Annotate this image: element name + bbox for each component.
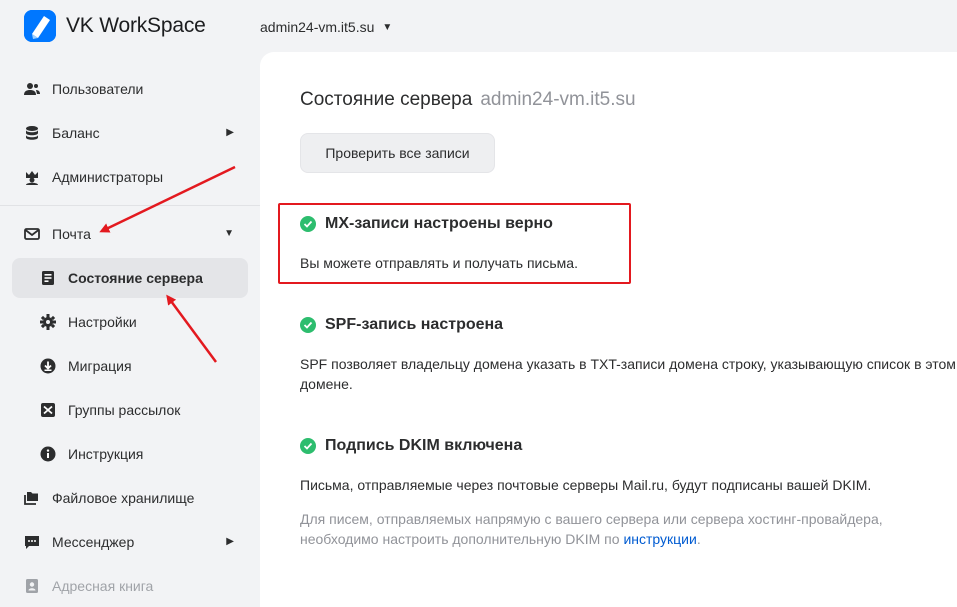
annotation-arrow-mail	[99, 165, 236, 233]
annotation-arrows	[99, 165, 236, 363]
annotation-arrow-server-status	[166, 294, 218, 363]
